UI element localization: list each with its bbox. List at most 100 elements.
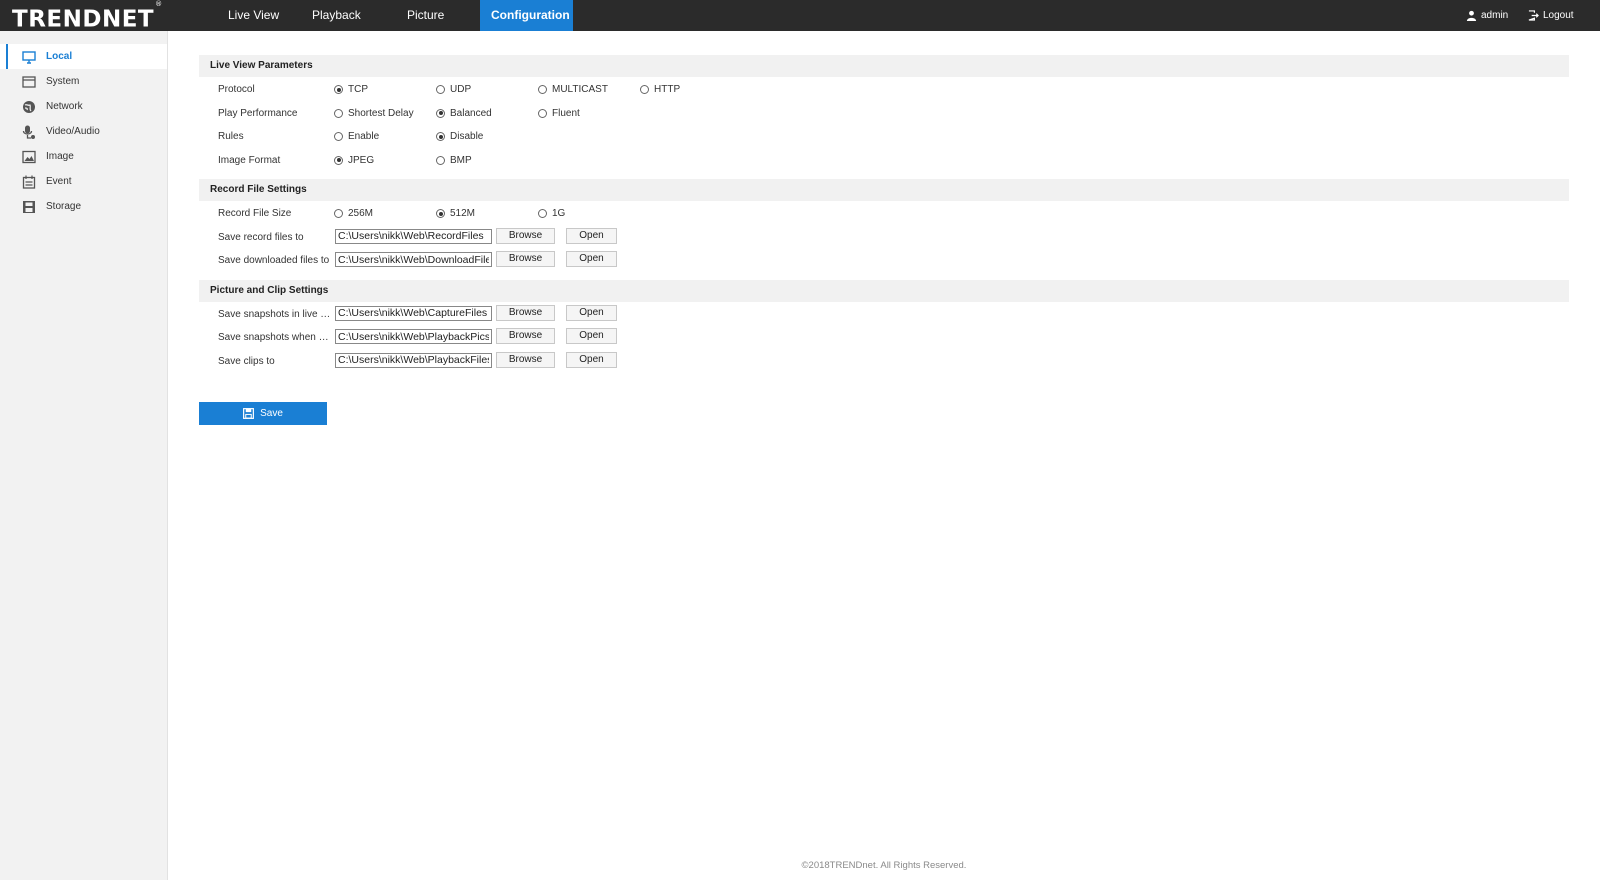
- performance-radio-fluent[interactable]: Fluent: [538, 102, 580, 125]
- sidebar: Local System Network Video/Audio Image E…: [0, 31, 168, 880]
- monitor-icon: [22, 51, 36, 64]
- performance-radio-balanced[interactable]: Balanced: [436, 102, 492, 125]
- radio-label: Enable: [348, 131, 380, 142]
- footer-copyright: ©2018TRENDnet. All Rights Reserved.: [801, 860, 967, 871]
- clips-browse-button[interactable]: Browse: [496, 351, 555, 368]
- play-performance-label: Play Performance: [218, 107, 298, 119]
- nav-tab-configuration[interactable]: Configuration: [480, 0, 573, 31]
- record-open-button[interactable]: Open: [566, 227, 617, 244]
- size-radio-512m[interactable]: 512M: [436, 202, 475, 225]
- logo-text: TRENDNET: [12, 6, 155, 33]
- clips-label: Save clips to: [218, 355, 275, 367]
- section-title-live-view: Live View Parameters: [199, 55, 1569, 77]
- sidebar-item-network[interactable]: Network: [0, 94, 167, 119]
- snap-playback-path-input[interactable]: [335, 329, 492, 344]
- record-file-size-label: Record File Size: [218, 208, 292, 219]
- protocol-radio-http[interactable]: HTTP: [640, 78, 680, 101]
- performance-radio-shortest-delay[interactable]: Shortest Delay: [334, 102, 414, 125]
- nav-tab-live-view[interactable]: Live View: [212, 0, 292, 31]
- sidebar-item-event[interactable]: Event: [0, 169, 167, 194]
- radio-label: Balanced: [450, 107, 492, 119]
- save-downloaded-row: Save downloaded files to Browse Open: [199, 249, 1569, 273]
- radio-unchecked-icon: [538, 108, 547, 118]
- format-radio-bmp[interactable]: BMP: [436, 149, 472, 172]
- snap-playback-open-button[interactable]: Open: [566, 328, 617, 344]
- radio-unchecked-icon: [436, 85, 445, 94]
- radio-checked-icon: [334, 85, 343, 94]
- radio-unchecked-icon: [538, 85, 547, 94]
- sidebar-item-label: Local: [46, 51, 73, 62]
- snap-live-browse-button[interactable]: Browse: [496, 304, 555, 321]
- size-radio-256m[interactable]: 256M: [334, 202, 373, 225]
- logout-icon: [1528, 10, 1539, 21]
- sidebar-item-system[interactable]: System: [0, 69, 167, 94]
- section-title-record-file: Record File Settings: [199, 179, 1569, 201]
- rules-radio-enable[interactable]: Enable: [334, 125, 379, 148]
- local-config-panel: Live View Parameters Protocol TCP UDP MU…: [199, 55, 1569, 373]
- logo-registered-mark: ®: [155, 0, 163, 8]
- nav-tab-playback[interactable]: Playback: [292, 0, 387, 31]
- radio-label: Shortest Delay: [348, 107, 414, 119]
- save-downloaded-label: Save downloaded files to: [218, 255, 330, 266]
- clips-path-input[interactable]: [335, 352, 492, 368]
- save-record-row: Save record files to Browse Open: [199, 226, 1569, 250]
- image-format-label: Image Format: [218, 154, 281, 166]
- radio-unchecked-icon: [334, 209, 343, 218]
- sidebar-item-video-audio[interactable]: Video/Audio: [0, 119, 167, 144]
- protocol-radio-multicast[interactable]: MULTICAST: [538, 78, 608, 101]
- snap-playback-browse-button[interactable]: Browse: [496, 328, 555, 344]
- rules-label: Rules: [218, 131, 244, 142]
- save-button[interactable]: Save: [199, 402, 327, 425]
- system-icon: [22, 76, 36, 88]
- user-menu[interactable]: admin: [1466, 0, 1508, 31]
- radio-checked-icon: [334, 155, 343, 165]
- image-icon: [22, 150, 36, 164]
- radio-unchecked-icon: [538, 209, 547, 218]
- rules-radio-disable[interactable]: Disable: [436, 125, 483, 148]
- size-radio-1g[interactable]: 1G: [538, 202, 565, 225]
- sidebar-item-label: Event: [46, 176, 72, 187]
- trendnet-logo[interactable]: TRENDNET®: [12, 0, 163, 33]
- snap-live-open-button[interactable]: Open: [566, 304, 617, 321]
- sidebar-item-label: Network: [46, 101, 83, 112]
- radio-unchecked-icon: [334, 108, 343, 118]
- snap-playback-label: Save snapshots when pla...: [218, 332, 332, 343]
- section-title-picture-clip: Picture and Clip Settings: [199, 279, 1569, 302]
- download-open-button[interactable]: Open: [566, 251, 617, 267]
- radio-label: 1G: [552, 208, 566, 219]
- snap-live-row: Save snapshots in live vi... Browse Open: [199, 303, 1569, 327]
- microphone-icon: [22, 125, 35, 139]
- radio-label: Disable: [450, 131, 484, 142]
- radio-label: 512M: [450, 208, 476, 219]
- download-browse-button[interactable]: Browse: [496, 251, 555, 267]
- snap-live-path-input[interactable]: [335, 305, 492, 321]
- sidebar-item-local[interactable]: Local: [0, 44, 167, 69]
- sidebar-item-label: Image: [46, 151, 74, 162]
- storage-icon: [23, 201, 35, 213]
- protocol-radio-tcp[interactable]: TCP: [334, 78, 368, 101]
- radio-label: BMP: [450, 154, 472, 166]
- image-format-row: Image Format JPEG BMP: [199, 149, 1569, 173]
- calendar-icon: [22, 175, 36, 189]
- snap-playback-row: Save snapshots when pla... Browse Open: [199, 326, 1569, 350]
- logout-button[interactable]: Logout: [1528, 0, 1574, 31]
- user-icon: [1466, 10, 1477, 21]
- clips-open-button[interactable]: Open: [566, 351, 617, 368]
- radio-checked-icon: [436, 209, 445, 218]
- clips-row: Save clips to Browse Open: [199, 350, 1569, 374]
- format-radio-jpeg[interactable]: JPEG: [334, 149, 374, 172]
- radio-label: TCP: [348, 84, 368, 95]
- save-button-label: Save: [260, 408, 283, 419]
- sidebar-item-image[interactable]: Image: [0, 144, 167, 169]
- record-path-input[interactable]: [335, 228, 492, 244]
- radio-checked-icon: [436, 108, 445, 118]
- protocol-label: Protocol: [218, 84, 255, 95]
- download-path-input[interactable]: [335, 252, 492, 267]
- record-browse-button[interactable]: Browse: [496, 227, 555, 244]
- protocol-radio-udp[interactable]: UDP: [436, 78, 471, 101]
- save-record-label: Save record files to: [218, 231, 304, 243]
- protocol-row: Protocol TCP UDP MULTICAST HTTP: [199, 78, 1569, 102]
- sidebar-item-storage[interactable]: Storage: [0, 194, 167, 219]
- radio-unchecked-icon: [640, 85, 649, 94]
- nav-tab-picture[interactable]: Picture: [387, 0, 480, 31]
